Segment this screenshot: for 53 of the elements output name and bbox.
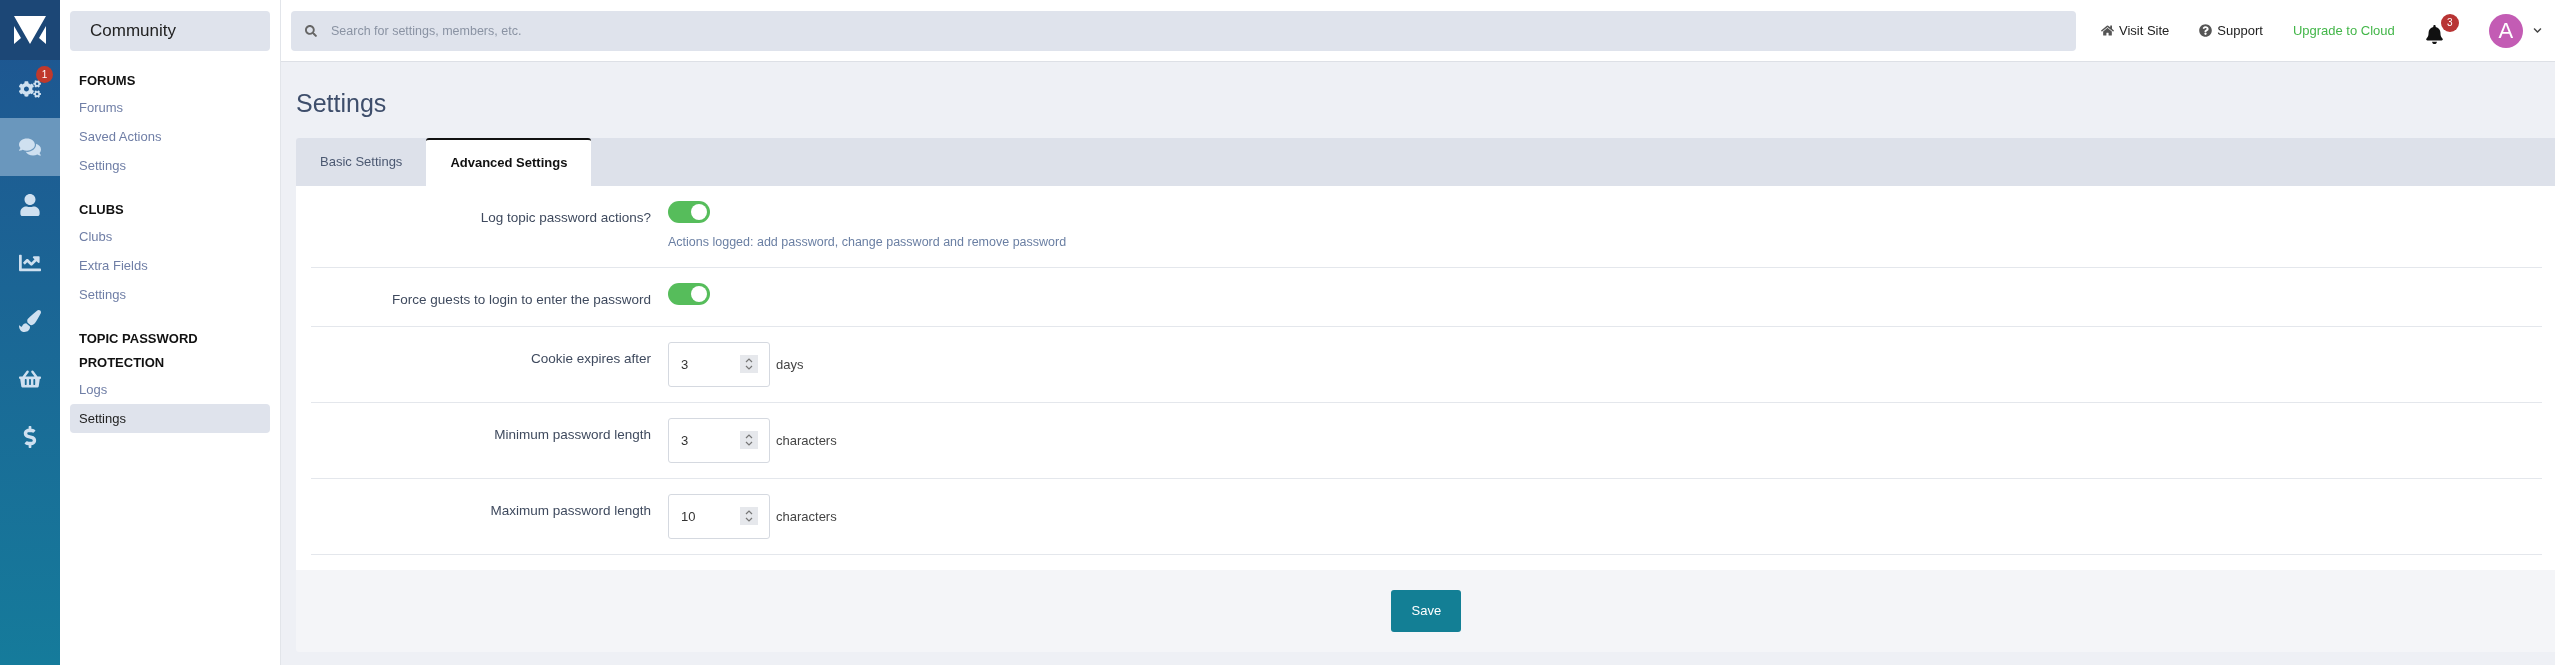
home-icon	[2101, 24, 2114, 37]
account-menu[interactable]: A	[2488, 13, 2542, 48]
brush-icon	[19, 310, 41, 332]
notification-badge: 3	[2440, 13, 2459, 32]
field-label: Force guests to login to enter the password	[392, 291, 651, 307]
tab[interactable]: Advanced Settings	[426, 138, 592, 186]
sidebar-item[interactable]: Clubs	[70, 222, 270, 251]
field-label: Minimum password length	[494, 426, 651, 442]
avatar: A	[2488, 13, 2523, 48]
user-icon	[19, 194, 41, 216]
chat-icon	[19, 136, 41, 158]
basket-icon	[19, 368, 41, 390]
search-icon	[305, 24, 317, 37]
unit-label: days	[776, 355, 804, 374]
notification-badge: 1	[36, 66, 53, 83]
logo-tile[interactable]	[0, 0, 60, 60]
toggle-switch[interactable]	[668, 201, 710, 223]
page-title: Settings	[296, 88, 388, 118]
sidebar-item[interactable]: Settings	[70, 151, 270, 180]
field-label: Log topic password actions?	[480, 210, 651, 225]
sidebar-title: Community	[70, 11, 270, 51]
number-field[interactable]: 3	[668, 341, 770, 387]
unit-label: characters	[776, 431, 837, 450]
top-link[interactable]: Visit Site	[2101, 20, 2170, 41]
chart-icon	[19, 252, 41, 274]
field-description: Actions logged: add password, change password and remove password	[668, 234, 1067, 251]
rail-item[interactable]: 1	[0, 60, 60, 118]
notifications-button[interactable]: 3	[2424, 13, 2459, 48]
sidebar-item[interactable]: Settings	[70, 404, 270, 433]
sidebar-item[interactable]: Extra Fields	[70, 251, 270, 280]
logo-icon	[12, 14, 48, 46]
tab[interactable]: Basic Settings	[296, 138, 427, 186]
section-heading: TOPIC PASSWORD PROTECTION	[78, 330, 199, 372]
sidebar-item[interactable]: Logs	[70, 375, 270, 404]
field-label: Maximum password length	[490, 502, 651, 518]
rail-item[interactable]	[0, 118, 60, 176]
gears-icon	[19, 78, 41, 100]
section-heading: CLUBS	[78, 201, 125, 219]
field-label: Cookie expires after	[530, 350, 651, 366]
toggle-switch[interactable]	[668, 282, 710, 305]
save-button[interactable]: Save	[1391, 589, 1462, 632]
number-field[interactable]: 3	[668, 417, 770, 463]
help-icon	[2199, 24, 2213, 37]
caret-icon	[2532, 26, 2542, 35]
bell-icon	[2424, 24, 2444, 44]
sidebar-item[interactable]: Settings	[70, 280, 270, 309]
section-heading: FORUMS	[78, 72, 137, 90]
search-field[interactable]: Search for settings, members, etc.	[291, 10, 2076, 51]
sidebar-item[interactable]: Forums	[70, 93, 270, 122]
unit-label: characters	[776, 507, 837, 526]
number-field[interactable]: 10	[668, 493, 770, 539]
sidebar-item[interactable]: Saved Actions	[70, 122, 270, 151]
top-link[interactable]: Support	[2199, 20, 2263, 41]
